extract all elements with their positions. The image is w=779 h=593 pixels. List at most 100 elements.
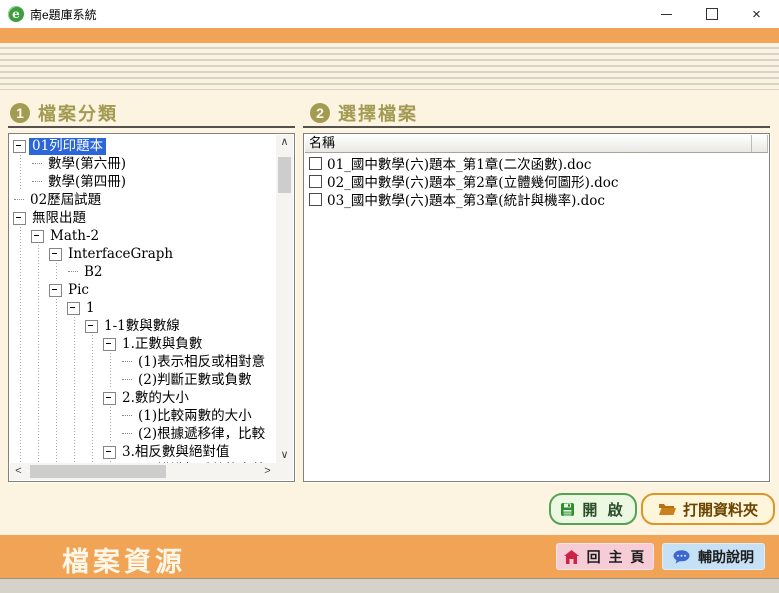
tree-item[interactable]: (2)判斷正數或負數 (12, 371, 276, 389)
tree-guide-line (30, 425, 48, 443)
tree-guide-line (84, 335, 102, 353)
home-button[interactable]: 回 主 頁 (556, 543, 654, 570)
file-list-item[interactable]: 02_國中數學(六)題本_第2章(立體幾何圖形).doc (305, 172, 768, 190)
tree-item[interactable]: Math-2 (12, 227, 276, 245)
tree-item-label: 02歷屆試題 (27, 192, 104, 209)
tree-item-label: 數學(第六冊) (45, 156, 129, 173)
tree-guide-line (12, 443, 30, 461)
step-2-badge: 2 (310, 103, 330, 123)
tree-item-label: B2 (81, 264, 106, 281)
tree-guide-line (84, 425, 102, 443)
tree-item-label: Math-2 (47, 228, 102, 245)
tree-item[interactable]: 1.正數與負數 (12, 335, 276, 353)
tree-item[interactable]: 1 (12, 299, 276, 317)
tree-guide-line (48, 389, 66, 407)
tree-item[interactable]: 01列印題本 (12, 137, 276, 155)
file-list-item[interactable]: 03_國中數學(六)題本_第3章(統計與機率).doc (305, 190, 768, 208)
tree-item[interactable]: 無限出題 (12, 209, 276, 227)
tree-item-label: 2.數的大小 (119, 390, 192, 407)
file-name-label: 03_國中數學(六)題本_第3章(統計與機率).doc (327, 189, 605, 209)
scroll-left-icon[interactable]: < (10, 464, 27, 479)
tree-guide-line (12, 281, 30, 299)
tree-item-label: (2)判斷正數或負數 (135, 372, 255, 389)
tree-hscroll-thumb[interactable] (30, 465, 166, 478)
tree-item[interactable]: 數學(第六冊) (12, 155, 276, 173)
minimize-button[interactable] (644, 0, 689, 28)
tree-item[interactable]: InterfaceGraph (12, 245, 276, 263)
tree-vertical-scrollbar[interactable]: ∧ ∨ (276, 135, 293, 463)
help-button-label: 輔助說明 (698, 547, 754, 567)
branch-dash-icon (122, 433, 132, 435)
tree-item[interactable]: B2 (12, 263, 276, 281)
file-name-label: 02_國中數學(六)題本_第2章(立體幾何圖形).doc (327, 171, 618, 191)
tree-item-label: 無限出題 (29, 210, 89, 227)
scroll-down-icon[interactable]: ∨ (276, 448, 293, 463)
extra-column-header[interactable] (752, 135, 768, 152)
collapse-minus-icon[interactable] (67, 302, 80, 315)
tree-guide-line (30, 353, 48, 371)
collapse-minus-icon[interactable] (85, 320, 98, 333)
collapse-minus-icon[interactable] (31, 230, 44, 243)
scroll-up-icon[interactable]: ∧ (276, 135, 293, 150)
maximize-icon (706, 8, 718, 20)
tree-vscroll-thumb[interactable] (278, 157, 291, 193)
close-button[interactable]: × (734, 0, 779, 28)
tree-horizontal-scrollbar[interactable]: < > (10, 463, 276, 480)
help-button[interactable]: 輔助說明 (662, 543, 765, 570)
collapse-minus-icon[interactable] (49, 248, 62, 261)
window-bottom-edge (0, 578, 779, 593)
tree-item[interactable]: 數學(第四冊) (12, 173, 276, 191)
tree-guide-line (12, 335, 30, 353)
collapse-minus-icon[interactable] (13, 140, 26, 153)
collapse-minus-icon[interactable] (13, 212, 26, 225)
window-title: 南e題庫系統 (30, 6, 97, 23)
left-header-rule (8, 126, 295, 130)
close-icon: × (752, 7, 761, 22)
maximize-button[interactable] (689, 0, 734, 28)
tree-item[interactable]: 3.相反數與絕對值 (12, 443, 276, 461)
tree-item[interactable]: (2)根據遞移律，比較 (12, 425, 276, 443)
file-checkbox[interactable] (309, 175, 322, 188)
tree-item[interactable]: (1)表示相反或相對意 (12, 353, 276, 371)
tree-guide-line (66, 407, 84, 425)
tree-item-label: (1)表示相反或相對意 (135, 354, 268, 371)
tree-guide-line (48, 263, 66, 281)
tree-item[interactable]: (1)比較兩數的大小 (12, 407, 276, 425)
open-button-label: 開 啟 (582, 499, 625, 520)
collapse-minus-icon[interactable] (49, 284, 62, 297)
tree-item[interactable]: Pic (12, 281, 276, 299)
tree-guide-line (30, 335, 48, 353)
tree-guide-line (48, 299, 66, 317)
name-column-header[interactable]: 名稱 (305, 135, 752, 152)
open-folder-button[interactable]: 打開資料夾 (641, 493, 775, 525)
speech-bubble-icon (673, 550, 690, 564)
tree-guide-line (48, 317, 66, 335)
branch-dash-icon (122, 379, 132, 381)
scroll-right-icon[interactable]: > (259, 464, 276, 479)
file-checkbox[interactable] (309, 157, 322, 170)
tree-item[interactable]: 02歷屆試題 (12, 191, 276, 209)
tree-item[interactable]: 1-1數與數線 (12, 317, 276, 335)
left-panel-title: 檔案分類 (38, 100, 118, 126)
file-checkbox[interactable] (309, 193, 322, 206)
tree-item[interactable]: 2.數的大小 (12, 389, 276, 407)
collapse-minus-icon[interactable] (103, 338, 116, 351)
footer-title: 檔案資源 (62, 540, 186, 579)
floppy-disk-icon (560, 502, 575, 517)
minimize-icon (661, 14, 672, 15)
open-folder-icon (658, 502, 676, 516)
tree-guide-line (66, 443, 84, 461)
file-list-item[interactable]: 01_國中數學(六)題本_第1章(二次函數).doc (305, 154, 768, 172)
collapse-minus-icon[interactable] (103, 446, 116, 459)
tree-guide-line (12, 227, 30, 245)
branch-dash-icon (14, 199, 24, 201)
collapse-minus-icon[interactable] (103, 392, 116, 405)
tree-guide-line (66, 317, 84, 335)
open-button[interactable]: 開 啟 (549, 493, 637, 525)
tree-guide-line (30, 245, 48, 263)
file-list-header: 名稱 (305, 135, 768, 153)
tree-guide-line (48, 443, 66, 461)
tree-guide-line (12, 263, 30, 281)
tree-guide-line (12, 245, 30, 263)
tree-guide-line (30, 389, 48, 407)
